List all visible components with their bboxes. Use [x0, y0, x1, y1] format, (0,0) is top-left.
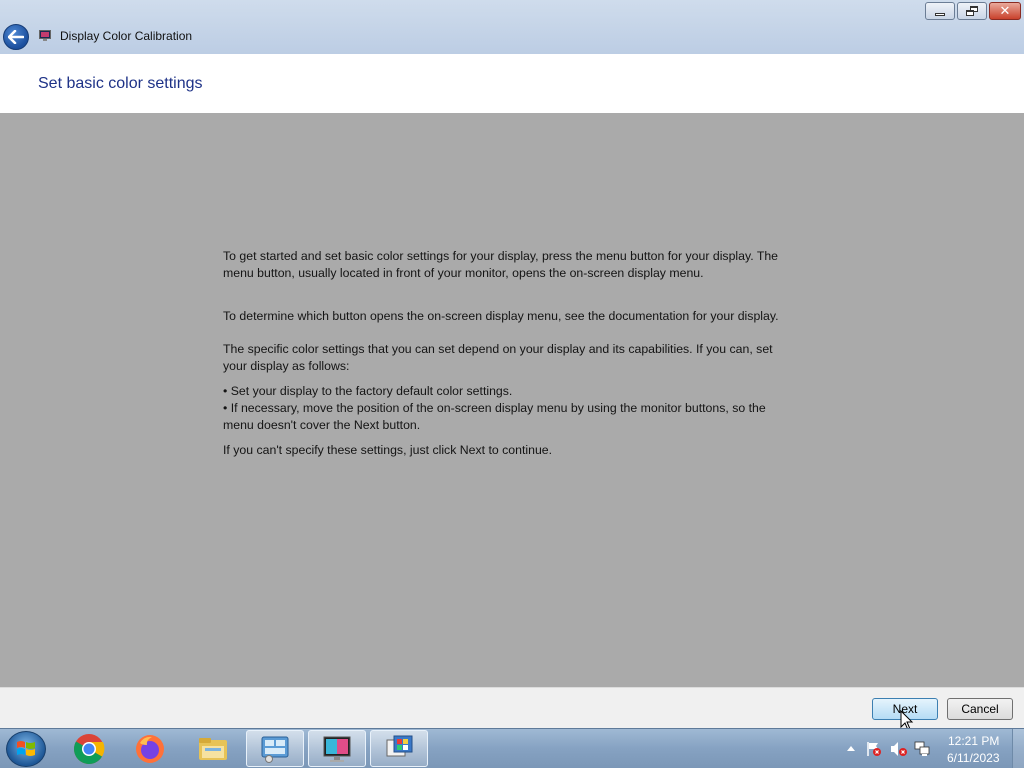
title-bar: ✕ Display Color Calibration [0, 0, 1024, 54]
taskbar-firefox[interactable] [121, 730, 179, 767]
window-controls: ✕ [925, 2, 1021, 20]
display-calibration-icon [39, 30, 51, 41]
color-management-icon [386, 735, 413, 756]
restore-icon [966, 6, 978, 16]
instruction-paragraph: If you can't specify these settings, jus… [223, 443, 553, 457]
instruction-bullets: • Set your display to the factory defaul… [223, 383, 783, 434]
show-hidden-icons-icon[interactable] [846, 744, 856, 752]
cancel-button[interactable]: Cancel [947, 698, 1013, 720]
clock-time[interactable]: 12:21 PM [948, 734, 999, 748]
clock-date[interactable]: 6/11/2023 [947, 751, 1000, 765]
page-title: Set basic color settings [38, 75, 203, 92]
monitor-icon [323, 736, 351, 762]
restore-button[interactable] [957, 2, 987, 20]
network-icon[interactable] [914, 741, 930, 757]
back-button[interactable] [3, 24, 29, 50]
taskbar-display-calibration[interactable] [308, 730, 366, 767]
taskbar-file-explorer[interactable] [184, 730, 242, 767]
minimize-icon [935, 12, 945, 16]
close-button[interactable]: ✕ [989, 2, 1021, 20]
show-desktop-button[interactable] [1012, 729, 1024, 768]
footer-bar: Next Cancel [0, 687, 1024, 728]
bullet-item: • Set your display to the factory defaul… [223, 384, 513, 398]
folder-icon [199, 737, 227, 760]
volume-muted-icon[interactable] [890, 741, 908, 757]
close-icon: ✕ [999, 3, 1011, 19]
back-arrow-icon [8, 30, 24, 44]
firefox-icon [136, 734, 164, 763]
taskbar-color-management[interactable] [370, 730, 428, 767]
taskbar-chrome[interactable] [60, 730, 118, 767]
instruction-paragraph: To determine which button opens the on-s… [223, 309, 779, 323]
taskbar-control-panel[interactable] [246, 730, 304, 767]
chrome-icon [73, 733, 105, 764]
content-area: To get started and set basic color setti… [0, 113, 1024, 687]
action-center-icon[interactable] [866, 741, 882, 757]
page-header: Set basic color settings [0, 54, 1024, 113]
minimize-button[interactable] [925, 2, 955, 20]
windows-logo-icon [17, 741, 35, 756]
taskbar: 12:21 PM 6/11/2023 [0, 728, 1024, 768]
start-button[interactable] [6, 731, 46, 767]
control-panel-icon [261, 736, 289, 763]
instruction-paragraph: The specific color settings that you can… [223, 342, 773, 373]
instructions: To get started and set basic color setti… [223, 248, 783, 459]
instruction-paragraph: To get started and set basic color setti… [223, 249, 779, 280]
system-tray: 12:21 PM 6/11/2023 [840, 729, 1024, 768]
bullet-item: • If necessary, move the position of the… [223, 401, 766, 432]
window-title: Display Color Calibration [60, 29, 193, 43]
